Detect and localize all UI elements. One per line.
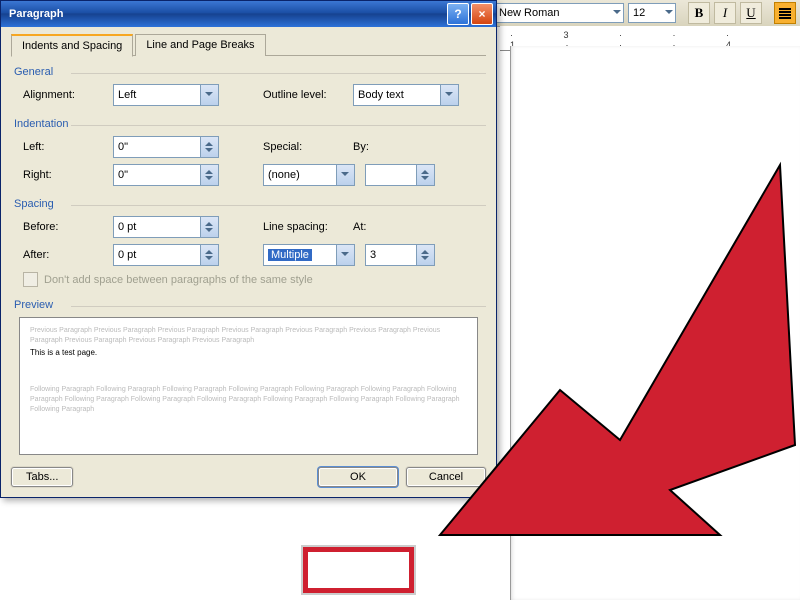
before-label: Before: bbox=[23, 221, 113, 233]
section-title-spacing: Spacing bbox=[11, 198, 486, 210]
linespacing-combo[interactable]: Multiple bbox=[263, 244, 355, 266]
spinner-icon bbox=[200, 245, 218, 265]
spinner-icon bbox=[416, 245, 434, 265]
spinner-icon bbox=[200, 217, 218, 237]
before-spinner[interactable]: 0 pt bbox=[113, 216, 219, 238]
indent-right-label: Right: bbox=[23, 169, 113, 181]
indent-left-spinner[interactable]: 0" bbox=[113, 136, 219, 158]
special-combo[interactable]: (none) bbox=[263, 164, 355, 186]
section-title-general: General bbox=[11, 66, 486, 78]
tabs-button[interactable]: Tabs... bbox=[11, 467, 73, 487]
by-label: By: bbox=[353, 141, 413, 153]
chevron-down-icon bbox=[336, 245, 354, 265]
section-title-indentation: Indentation bbox=[11, 118, 486, 130]
section-indentation: Indentation Left: 0" Special: By: Right:… bbox=[11, 118, 486, 186]
linespacing-label: Line spacing: bbox=[263, 221, 353, 233]
align-left-button[interactable] bbox=[774, 2, 796, 24]
after-spinner[interactable]: 0 pt bbox=[113, 244, 219, 266]
section-spacing: Spacing Before: 0 pt Line spacing: At: A… bbox=[11, 198, 486, 287]
bold-button[interactable]: B bbox=[688, 2, 710, 24]
dont-add-space-label: Don't add space between paragraphs of th… bbox=[44, 274, 313, 286]
spinner-icon bbox=[200, 165, 218, 185]
titlebar[interactable]: Paragraph ? × bbox=[1, 1, 496, 27]
tab-line-page-breaks[interactable]: Line and Page Breaks bbox=[135, 34, 265, 56]
dont-add-space-checkbox[interactable]: Don't add space between paragraphs of th… bbox=[23, 272, 486, 287]
preview-follow-text: Following Paragraph Following Paragraph … bbox=[30, 385, 467, 415]
paragraph-dialog: Paragraph ? × Indents and Spacing Line a… bbox=[0, 0, 497, 498]
cancel-button[interactable]: Cancel bbox=[406, 467, 486, 487]
font-size-combo[interactable]: 12 bbox=[628, 3, 676, 23]
close-button[interactable]: × bbox=[471, 3, 493, 25]
help-button[interactable]: ? bbox=[447, 3, 469, 25]
italic-button[interactable]: I bbox=[714, 2, 736, 24]
outline-level-combo[interactable]: Body text bbox=[353, 84, 459, 106]
after-label: After: bbox=[23, 249, 113, 261]
by-spinner[interactable] bbox=[365, 164, 435, 186]
preview-prev-text: Previous Paragraph Previous Paragraph Pr… bbox=[30, 326, 467, 346]
ok-button[interactable]: OK bbox=[318, 467, 398, 487]
section-general: General Alignment: Left Outline level: B… bbox=[11, 66, 486, 106]
checkbox-icon bbox=[23, 272, 38, 287]
dialog-title: Paragraph bbox=[9, 8, 445, 20]
at-label: At: bbox=[353, 221, 413, 233]
chevron-down-icon bbox=[200, 85, 218, 105]
ok-highlight-annotation bbox=[303, 547, 414, 593]
chevron-down-icon bbox=[336, 165, 354, 185]
dialog-buttons: Tabs... OK Cancel bbox=[11, 467, 486, 487]
indent-right-spinner[interactable]: 0" bbox=[113, 164, 219, 186]
outline-label: Outline level: bbox=[263, 89, 353, 101]
preview-sample-text: This is a test page. bbox=[30, 348, 467, 357]
indent-left-label: Left: bbox=[23, 141, 113, 153]
special-label: Special: bbox=[263, 141, 353, 153]
font-name-combo[interactable]: New Roman bbox=[494, 3, 624, 23]
alignment-label: Alignment: bbox=[23, 89, 113, 101]
section-title-preview: Preview bbox=[11, 299, 486, 311]
preview-box: Previous Paragraph Previous Paragraph Pr… bbox=[19, 317, 478, 455]
at-spinner[interactable]: 3 bbox=[365, 244, 435, 266]
alignment-combo[interactable]: Left bbox=[113, 84, 219, 106]
tab-indents-spacing[interactable]: Indents and Spacing bbox=[11, 34, 133, 57]
tab-strip: Indents and Spacing Line and Page Breaks bbox=[11, 33, 486, 56]
chevron-down-icon bbox=[440, 85, 458, 105]
spinner-icon bbox=[416, 165, 434, 185]
underline-button[interactable]: U bbox=[740, 2, 762, 24]
document-area[interactable] bbox=[510, 46, 800, 600]
spinner-icon bbox=[200, 137, 218, 157]
section-preview: Preview Previous Paragraph Previous Para… bbox=[11, 299, 486, 455]
